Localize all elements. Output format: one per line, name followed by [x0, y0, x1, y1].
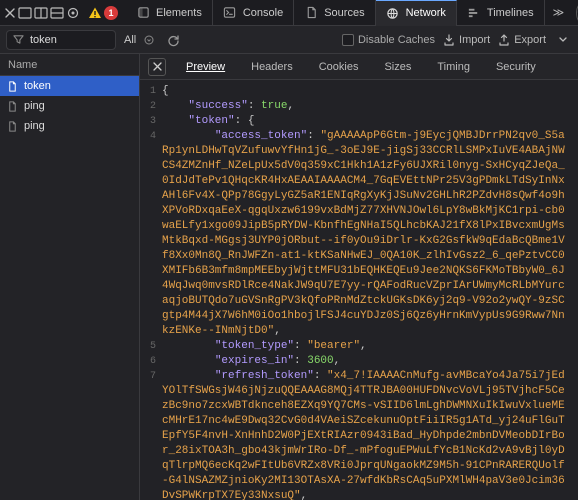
console-icon: [223, 6, 237, 20]
target-icon[interactable]: [66, 2, 80, 24]
panel-tab-label: Network: [406, 7, 446, 19]
detail-tab-headers[interactable]: Headers: [245, 58, 299, 76]
panel-tab-console[interactable]: Console: [213, 0, 294, 26]
layout-split-h-icon[interactable]: [34, 2, 48, 24]
more-tabs-button[interactable]: ≫: [547, 6, 571, 19]
json-line: 7 "refresh_token": "x4_7!IAAAACnMufg-avM…: [140, 369, 578, 500]
panel-tabs: Elements Console Sources Network Timelines: [126, 0, 545, 26]
line-number: 1: [140, 84, 162, 99]
network-icon: [386, 6, 400, 20]
line-number: 6: [140, 354, 162, 369]
filter-dropdown-icon[interactable]: [144, 35, 154, 45]
document-icon: [6, 120, 18, 132]
detail-tab-sizes[interactable]: Sizes: [378, 58, 417, 76]
request-item-token[interactable]: token: [0, 76, 139, 96]
request-item-label: ping: [24, 100, 45, 112]
request-detail: Preview Headers Cookies Sizes Timing Security…: [140, 54, 578, 500]
request-list: Name token ping ping: [0, 54, 140, 500]
json-line: 1{: [140, 84, 578, 99]
url-filter-input[interactable]: [30, 34, 109, 46]
detail-tab-timing[interactable]: Timing: [431, 58, 476, 76]
detail-tab-cookies[interactable]: Cookies: [313, 58, 365, 76]
panel-tab-sources[interactable]: Sources: [294, 0, 375, 26]
request-item-ping[interactable]: ping: [0, 96, 139, 116]
line-number: 3: [140, 114, 162, 129]
filter-more-icon[interactable]: [554, 29, 572, 51]
panel-tab-label: Elements: [156, 7, 202, 19]
line-number: 7: [140, 369, 162, 500]
error-count: 1: [108, 8, 113, 18]
request-item-label: token: [24, 80, 51, 92]
detail-tab-security[interactable]: Security: [490, 58, 542, 76]
response-preview-json[interactable]: 1{2 "success": true,3 "token": {4 "acces…: [140, 80, 578, 500]
panel-tab-elements[interactable]: Elements: [126, 0, 213, 26]
panel-tab-label: Sources: [324, 7, 364, 19]
panel-tab-timelines[interactable]: Timelines: [457, 0, 545, 26]
json-line: 3 "token": {: [140, 114, 578, 129]
filter-icon: [13, 34, 24, 45]
layout-single-icon[interactable]: [18, 2, 32, 24]
detail-tab-preview[interactable]: Preview: [180, 58, 231, 76]
disable-caches-label: Disable Caches: [358, 34, 435, 46]
export-icon: [498, 34, 510, 46]
panel-tab-network[interactable]: Network: [376, 0, 457, 26]
request-item-label: ping: [24, 120, 45, 132]
close-detail-button[interactable]: [148, 58, 166, 76]
json-line: 4 "access_token": "gAAAAApP6Gtm-j9EycjQM…: [140, 129, 578, 339]
document-icon: [6, 80, 18, 92]
sources-icon: [304, 6, 318, 20]
warning-icon[interactable]: [88, 2, 102, 24]
request-item-ping[interactable]: ping: [0, 116, 139, 136]
import-icon: [443, 34, 455, 46]
close-tab-button[interactable]: [4, 2, 16, 24]
document-icon: [6, 100, 18, 112]
disable-caches-checkbox[interactable]: Disable Caches: [342, 34, 435, 46]
line-number: 5: [140, 339, 162, 354]
panel-tab-label: Timelines: [487, 7, 534, 19]
panel-tab-label: Console: [243, 7, 283, 19]
json-line: 6 "expires_in": 3600,: [140, 354, 578, 369]
json-line: 2 "success": true,: [140, 99, 578, 114]
line-number: 4: [140, 129, 162, 339]
export-button[interactable]: Export: [498, 34, 546, 46]
window-tabbar: 1 Elements Console Sources Network Timelines…: [0, 0, 578, 26]
timelines-icon: [467, 6, 481, 20]
url-filter-field[interactable]: [6, 30, 116, 50]
clear-requests-icon[interactable]: [166, 33, 180, 47]
json-line: 5 "token_type": "bearer",: [140, 339, 578, 354]
detail-tabs: Preview Headers Cookies Sizes Timing Security: [140, 54, 578, 80]
line-number: 2: [140, 99, 162, 114]
checkbox-box: [342, 34, 354, 46]
request-list-header[interactable]: Name: [0, 54, 139, 76]
network-main: Name token ping ping Preview Headers Cookies…: [0, 54, 578, 500]
error-badge[interactable]: 1: [104, 2, 118, 24]
elements-icon: [136, 6, 150, 20]
import-button[interactable]: Import: [443, 34, 490, 46]
layout-split-v-icon[interactable]: [50, 2, 64, 24]
filter-all-pill[interactable]: All: [124, 34, 136, 46]
network-filterbar: All Disable Caches Import Export: [0, 26, 578, 54]
